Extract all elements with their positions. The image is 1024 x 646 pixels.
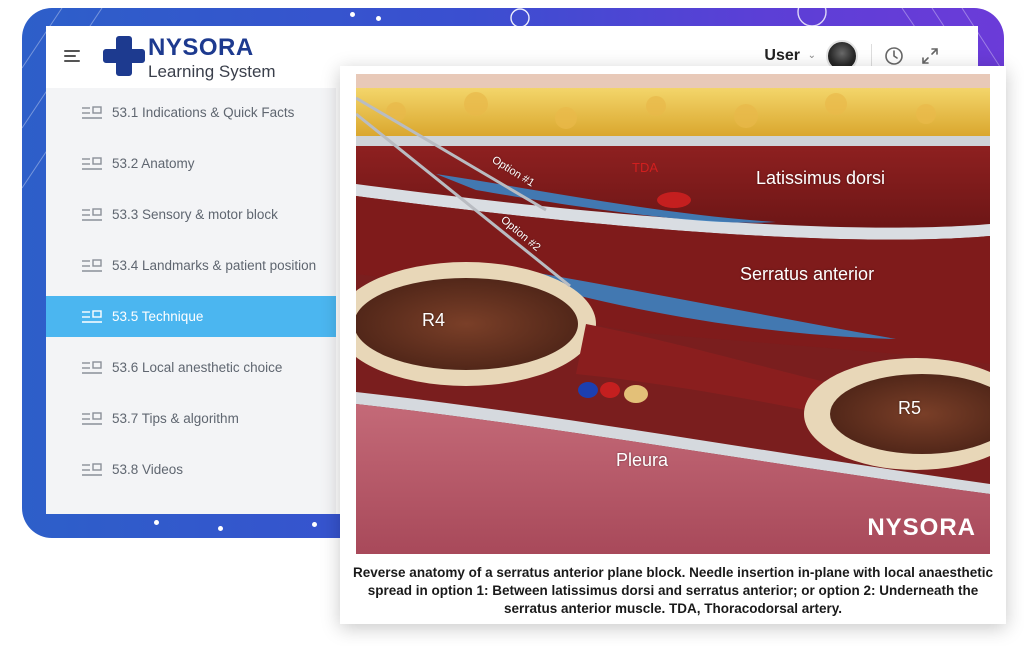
sidebar-item-landmarks[interactable]: 53.4 Landmarks & patient position <box>46 245 336 286</box>
figure-caption: Reverse anatomy of a serratus anterior p… <box>353 565 993 616</box>
decorative-dot <box>312 522 317 527</box>
sidebar-item-label: 53.6 Local anesthetic choice <box>112 360 283 375</box>
decorative-dot <box>376 16 381 21</box>
decorative-dot <box>218 526 223 531</box>
section-list-icon <box>82 105 102 119</box>
sidebar-item-label: 53.5 Technique <box>112 309 204 324</box>
brand-subtitle: Learning System <box>148 62 276 81</box>
brand-word: NYSORA <box>148 34 254 61</box>
sidebar-item-tips[interactable]: 53.7 Tips & algorithm <box>46 398 336 439</box>
section-list-icon <box>82 360 102 374</box>
section-list-icon <box>82 462 102 476</box>
r5-label: R5 <box>898 398 922 418</box>
section-list-icon <box>82 258 102 272</box>
sidebar-item-label: 53.1 Indications & Quick Facts <box>112 105 295 120</box>
section-list-icon <box>82 207 102 221</box>
sidebar-item-label: 53.2 Anatomy <box>112 156 195 171</box>
nysora-watermark: NYSORA <box>867 514 976 541</box>
menu-icon[interactable] <box>64 48 82 64</box>
sidebar-item-technique[interactable]: 53.5 Technique <box>46 296 336 337</box>
sidebar-item-anatomy[interactable]: 53.2 Anatomy <box>46 143 336 184</box>
decorative-dot <box>350 12 355 17</box>
figure-card: Option #1 Option #2 TDA Latissimus dorsi… <box>340 66 1006 624</box>
sidebar-item-local-anesthetic[interactable]: 53.6 Local anesthetic choice <box>46 347 336 388</box>
sidebar-item-sensory-motor[interactable]: 53.3 Sensory & motor block <box>46 194 336 235</box>
pleura-label: Pleura <box>616 450 669 470</box>
sidebar: 53.1 Indications & Quick Facts 53.2 Anat… <box>46 88 336 514</box>
decorative-dot <box>154 520 159 525</box>
latissimus-label: Latissimus dorsi <box>756 168 886 188</box>
history-icon[interactable] <box>884 46 904 66</box>
sidebar-item-indications[interactable]: 53.1 Indications & Quick Facts <box>46 92 336 133</box>
chevron-down-icon[interactable]: ⌄ <box>808 50 816 61</box>
sidebar-item-label: 53.3 Sensory & motor block <box>112 207 278 222</box>
anatomy-illustration[interactable]: Option #1 Option #2 TDA Latissimus dorsi… <box>356 74 990 554</box>
expand-icon[interactable] <box>920 46 940 66</box>
section-list-icon <box>82 309 102 323</box>
sidebar-item-label: 53.4 Landmarks & patient position <box>112 258 317 273</box>
section-list-icon <box>82 411 102 425</box>
nysora-logo[interactable]: NYSORA Learning System <box>102 32 282 82</box>
r4-label: R4 <box>422 310 446 330</box>
sidebar-item-videos[interactable]: 53.8 Videos <box>46 449 336 490</box>
sidebar-item-label: 53.8 Videos <box>112 462 184 477</box>
section-list-icon <box>82 156 102 170</box>
serratus-label: Serratus anterior <box>740 264 875 284</box>
anatomy-drawing <box>356 74 990 554</box>
logo-cross-icon <box>103 36 145 76</box>
sidebar-item-label: 53.7 Tips & algorithm <box>112 411 239 426</box>
user-menu-button[interactable]: User <box>764 47 800 65</box>
tda-label: TDA <box>632 160 658 175</box>
